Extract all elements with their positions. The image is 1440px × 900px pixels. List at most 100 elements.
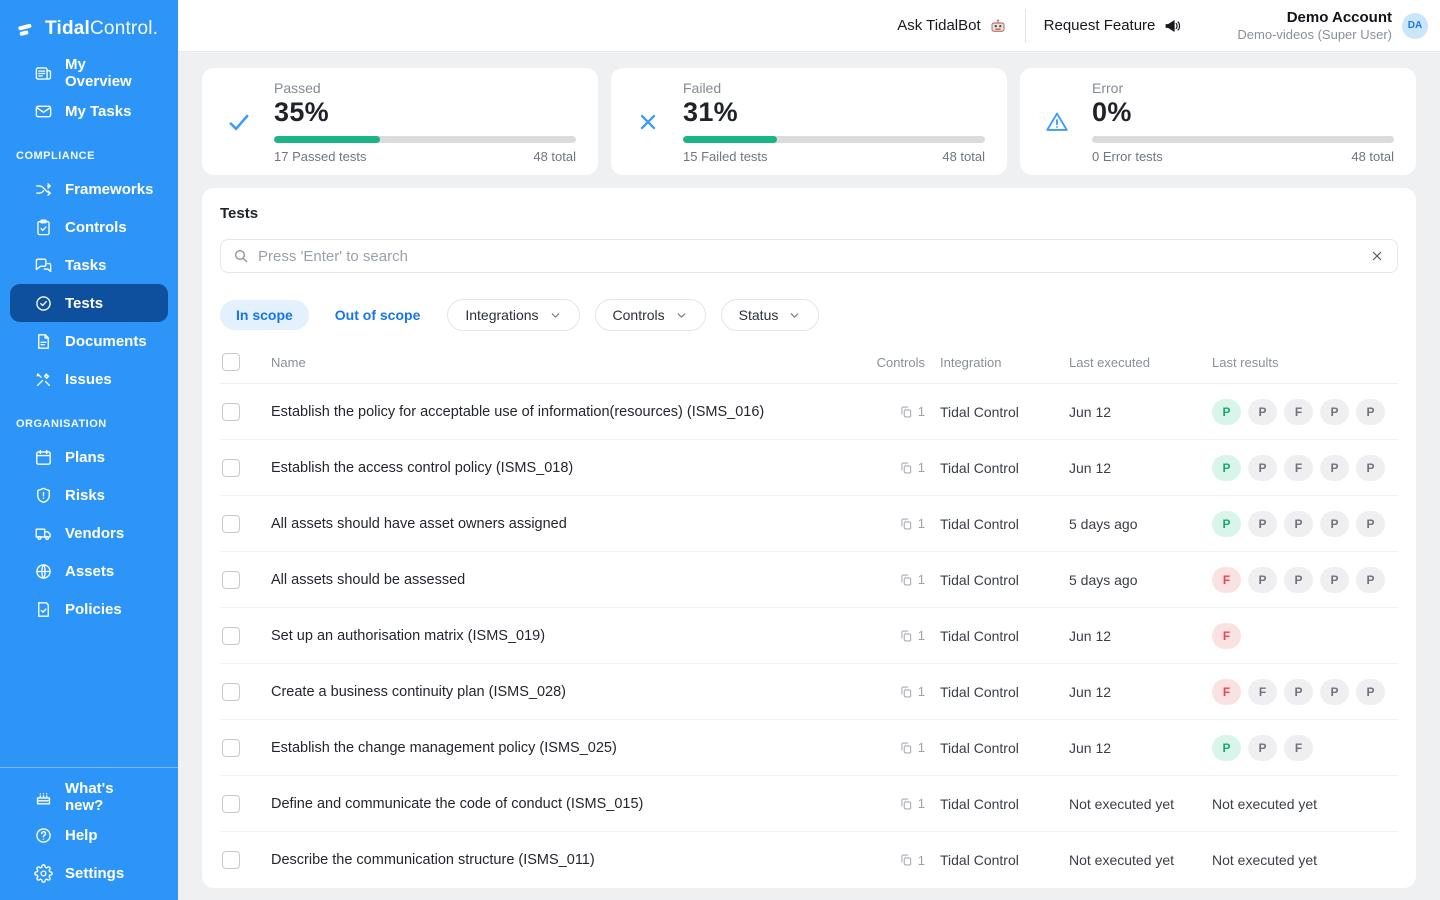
last-executed-cell: Jun 12	[1060, 460, 1203, 476]
test-name-link[interactable]: All assets should be assessed	[271, 572, 871, 588]
result-badge-pass[interactable]: P	[1320, 399, 1349, 425]
result-badge-pass[interactable]: P	[1284, 567, 1313, 593]
tidal-logo-icon	[16, 18, 38, 40]
result-badge-pass[interactable]: P	[1356, 567, 1385, 593]
row-checkbox[interactable]	[222, 627, 240, 645]
result-badge-pass[interactable]: P	[1284, 679, 1313, 705]
result-badge-fail[interactable]: F	[1284, 455, 1313, 481]
result-badge-fail[interactable]: F	[1212, 623, 1241, 649]
clear-search-icon[interactable]	[1369, 248, 1385, 264]
result-badge-pass[interactable]: P	[1320, 511, 1349, 537]
row-checkbox[interactable]	[222, 459, 240, 477]
sidebar-item-help[interactable]: Help	[10, 816, 168, 854]
sidebar-item-label: Vendors	[65, 525, 124, 542]
result-badge-pass[interactable]: P	[1248, 511, 1277, 537]
result-badge-fail[interactable]: F	[1248, 679, 1277, 705]
result-badge-pass[interactable]: P	[1248, 455, 1277, 481]
row-checkbox[interactable]	[222, 795, 240, 813]
test-name-link[interactable]: Describe the communication structure (IS…	[271, 852, 871, 868]
integration-cell: Tidal Control	[931, 572, 1060, 588]
ask-tidalbot-button[interactable]: Ask TidalBot	[897, 17, 1006, 35]
filter-dropdown-integrations[interactable]: Integrations	[447, 299, 579, 331]
search-input[interactable]	[258, 248, 1360, 265]
result-badge-pass[interactable]: P	[1212, 399, 1241, 425]
filter-in-scope[interactable]: In scope	[220, 300, 309, 330]
progress-bar	[1092, 136, 1394, 143]
row-checkbox[interactable]	[222, 571, 240, 589]
sidebar-item-policies[interactable]: Policies	[10, 590, 168, 628]
row-checkbox[interactable]	[222, 851, 240, 869]
integration-cell: Tidal Control	[931, 684, 1060, 700]
sidebar-item-my-tasks[interactable]: My Tasks	[10, 92, 168, 130]
copy-icon	[899, 517, 913, 531]
avatar[interactable]: DA	[1402, 13, 1428, 39]
result-badge-pass[interactable]: P	[1356, 679, 1385, 705]
row-checkbox[interactable]	[222, 683, 240, 701]
sidebar-item-frameworks[interactable]: Frameworks	[10, 170, 168, 208]
test-name-link[interactable]: Set up an authorisation matrix (ISMS_019…	[271, 628, 871, 644]
row-checkbox[interactable]	[222, 403, 240, 421]
test-name-link[interactable]: Establish the access control policy (ISM…	[271, 460, 871, 476]
result-badge-pass[interactable]: P	[1284, 511, 1313, 537]
sidebar-item-label: My Tasks	[65, 103, 131, 120]
sidebar-item-documents[interactable]: Documents	[10, 322, 168, 360]
test-name-link[interactable]: Create a business continuity plan (ISMS_…	[271, 684, 871, 700]
result-badge-pass[interactable]: P	[1248, 567, 1277, 593]
result-badge-fail[interactable]: F	[1212, 679, 1241, 705]
select-all-checkbox[interactable]	[222, 353, 240, 371]
result-badge-pass[interactable]: P	[1212, 455, 1241, 481]
sidebar-item-tasks[interactable]: Tasks	[10, 246, 168, 284]
sidebar-item-plans[interactable]: Plans	[10, 438, 168, 476]
sidebar-item-what-s-new-[interactable]: What's new?	[10, 778, 168, 816]
progress-bar	[683, 136, 985, 143]
copy-icon	[899, 573, 913, 587]
test-name-link[interactable]: Establish the policy for acceptable use …	[271, 404, 871, 420]
sidebar-item-controls[interactable]: Controls	[10, 208, 168, 246]
result-badge-pass[interactable]: P	[1320, 679, 1349, 705]
request-feature-button[interactable]: Request Feature	[1044, 17, 1182, 35]
sidebar-item-label: Tests	[65, 295, 103, 312]
col-header-last-executed: Last executed	[1060, 355, 1203, 370]
search-icon	[233, 248, 249, 264]
sidebar-item-assets[interactable]: Assets	[10, 552, 168, 590]
result-badge-pass[interactable]: P	[1212, 735, 1241, 761]
sidebar-item-label: Frameworks	[65, 181, 153, 198]
stat-value: 0%	[1092, 97, 1394, 128]
test-name-link[interactable]: Establish the change management policy (…	[271, 740, 871, 756]
filter-dropdown-status[interactable]: Status	[721, 299, 820, 331]
test-name-link[interactable]: Define and communicate the code of condu…	[271, 796, 871, 812]
last-executed-cell: Jun 12	[1060, 404, 1203, 420]
result-badge-pass[interactable]: P	[1248, 735, 1277, 761]
result-badge-pass[interactable]: P	[1356, 511, 1385, 537]
filter-dropdown-controls[interactable]: Controls	[595, 299, 706, 331]
sidebar-item-tests[interactable]: Tests	[10, 284, 168, 322]
sidebar-item-label: Risks	[65, 487, 105, 504]
row-checkbox[interactable]	[222, 515, 240, 533]
row-checkbox[interactable]	[222, 739, 240, 757]
last-executed-cell: Not executed yet	[1060, 796, 1203, 812]
integration-cell: Tidal Control	[931, 460, 1060, 476]
account-menu[interactable]: Demo Account Demo-videos (Super User) DA	[1237, 9, 1428, 43]
result-badge-pass[interactable]: P	[1320, 567, 1349, 593]
test-name-link[interactable]: All assets should have asset owners assi…	[271, 516, 871, 532]
copy-icon	[899, 685, 913, 699]
result-badge-pass[interactable]: P	[1320, 455, 1349, 481]
sidebar-item-vendors[interactable]: Vendors	[10, 514, 168, 552]
sidebar-item-risks[interactable]: Risks	[10, 476, 168, 514]
result-badge-pass[interactable]: P	[1212, 511, 1241, 537]
result-badge-pass[interactable]: P	[1248, 399, 1277, 425]
result-badge-pass[interactable]: P	[1356, 455, 1385, 481]
sidebar-item-my-overview[interactable]: My Overview	[10, 54, 168, 92]
result-badge-fail[interactable]: F	[1284, 399, 1313, 425]
brand-logo[interactable]: TidalControl.	[0, 0, 178, 54]
result-badge-fail[interactable]: F	[1212, 567, 1241, 593]
result-badge-pass[interactable]: P	[1356, 399, 1385, 425]
controls-count: 1	[871, 684, 931, 699]
filter-out-of-scope[interactable]: Out of scope	[335, 307, 421, 323]
dropdown-label: Status	[739, 307, 779, 323]
copy-icon	[899, 461, 913, 475]
sidebar-item-settings[interactable]: Settings	[10, 854, 168, 892]
sidebar-item-issues[interactable]: Issues	[10, 360, 168, 398]
last-executed-cell: Jun 12	[1060, 684, 1203, 700]
result-badge-fail[interactable]: F	[1284, 735, 1313, 761]
